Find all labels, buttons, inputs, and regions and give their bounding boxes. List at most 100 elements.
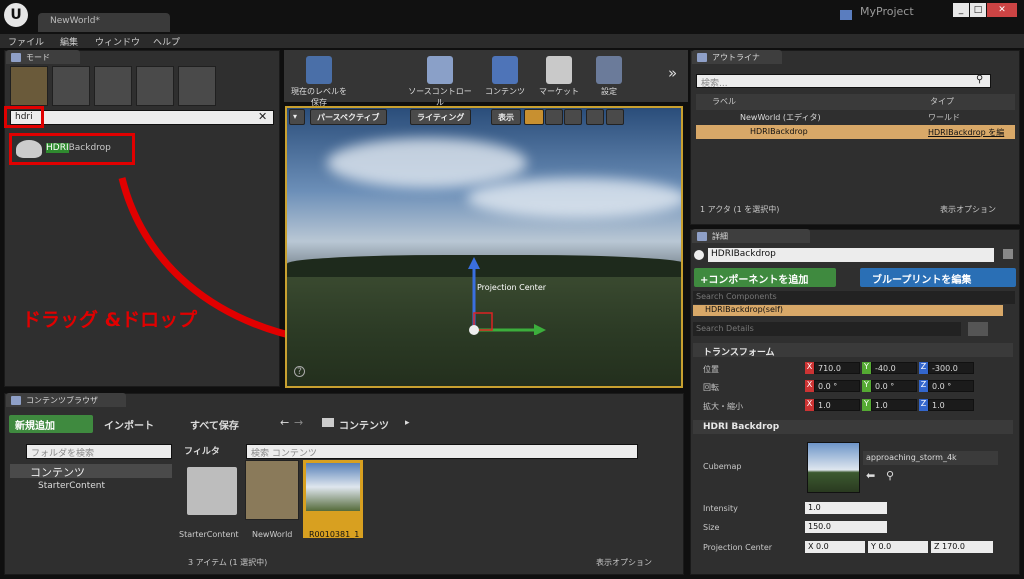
level-tab[interactable]: NewWorld* — [38, 13, 170, 32]
scale-icon[interactable] — [564, 109, 582, 125]
folder-search-input[interactable]: フォルダを検索 — [26, 444, 172, 459]
scale-z[interactable]: 1.0 — [928, 399, 974, 411]
show-button[interactable]: 表示 — [491, 109, 521, 125]
cubemap-thumbnail[interactable] — [807, 442, 860, 493]
paint-mode-icon[interactable] — [52, 66, 90, 106]
details-icon — [697, 232, 707, 241]
menu-file[interactable]: ファイル — [8, 35, 44, 48]
place-mode-icon[interactable] — [10, 66, 48, 106]
source-control-icon — [840, 10, 852, 20]
settings-icon — [596, 56, 622, 84]
tree-item-content[interactable]: コンテンツ — [10, 464, 172, 479]
projection-center-prop-label: Projection Center — [703, 543, 773, 552]
projection-y[interactable]: Y 0.0 — [868, 541, 928, 553]
intensity-field[interactable]: 1.0 — [805, 502, 887, 514]
projection-x[interactable]: X 0.0 — [805, 541, 865, 553]
content-browser-tab[interactable]: コンテンツブラウザ — [6, 393, 126, 407]
scale-x[interactable]: 1.0 — [814, 399, 860, 411]
filter-button[interactable]: フィルタ — [184, 444, 220, 457]
tree-item-startercontent[interactable]: StarterContent — [38, 481, 105, 491]
content-view-options[interactable]: 表示オプション — [596, 557, 652, 568]
content-search-input[interactable]: 検索 コンテンツ — [246, 444, 638, 459]
path-content[interactable]: コンテンツ — [339, 417, 389, 432]
search-components-input[interactable]: Search Components — [693, 291, 1015, 304]
scale-y[interactable]: 1.0 — [871, 399, 917, 411]
content-button[interactable]: コンテンツ — [480, 52, 530, 100]
close-button[interactable]: ✕ — [987, 3, 1017, 17]
minimize-button[interactable]: _ — [953, 3, 969, 17]
toolbar-more-button[interactable]: » — [668, 64, 677, 82]
marketplace-button[interactable]: マーケット — [534, 52, 584, 100]
browse-icon[interactable]: ⚲ — [886, 469, 894, 482]
save-level-button[interactable]: 現在のレベルを保存 — [288, 52, 350, 107]
viewport[interactable] — [285, 106, 683, 388]
menu-window[interactable]: ウィンドウ — [95, 35, 140, 48]
size-field[interactable]: 150.0 — [805, 521, 887, 533]
forward-arrow-icon[interactable]: → — [294, 416, 303, 429]
x-axis-label: X — [805, 380, 814, 392]
settings-button[interactable]: 設定 — [584, 52, 634, 100]
grid-view-icon[interactable] — [968, 322, 988, 336]
foliage-mode-icon[interactable] — [136, 66, 174, 106]
project-name: MyProject — [860, 5, 914, 18]
landscape-mode-icon[interactable] — [94, 66, 132, 106]
component-self-row[interactable]: HDRIBackdrop(self) — [693, 305, 1003, 316]
help-icon[interactable]: ? — [294, 366, 305, 377]
location-z[interactable]: -300.0 — [928, 362, 974, 374]
world-icon[interactable] — [586, 109, 604, 125]
x-axis-label: X — [805, 362, 814, 374]
outliner-row-selected[interactable]: HDRIBackdrop HDRIBackdrop を編 — [696, 125, 1015, 139]
projection-z[interactable]: Z 170.0 — [931, 541, 993, 553]
source-control-button[interactable]: ソースコントロール — [405, 52, 475, 107]
actor-name-field[interactable]: HDRIBackdrop — [708, 248, 994, 262]
rotate-icon[interactable] — [545, 109, 563, 125]
outliner-col-type[interactable]: タイプ — [930, 96, 954, 107]
save-all-button[interactable]: すべて保存 — [190, 417, 239, 432]
asset-label-startercontent: StarterContent — [179, 530, 239, 539]
snap-icon[interactable] — [606, 109, 624, 125]
rotation-x[interactable]: 0.0 ° — [814, 380, 860, 392]
path-chevron-icon[interactable]: ▸ — [405, 418, 410, 428]
use-selected-icon[interactable]: ⬅ — [866, 469, 875, 482]
content-browser-icon — [11, 396, 21, 405]
transform-section[interactable]: トランスフォーム — [693, 343, 1013, 358]
cloud — [327, 138, 527, 188]
lock-icon[interactable] — [1003, 249, 1013, 259]
hdri-section[interactable]: HDRI Backdrop — [693, 420, 1013, 434]
startercontent-folder[interactable] — [187, 467, 237, 515]
menu-help[interactable]: ヘルプ — [153, 35, 180, 48]
perspective-button[interactable]: パースペクティブ — [310, 109, 387, 125]
modes-search-input[interactable]: hdri — [10, 110, 274, 125]
outliner-col-label[interactable]: ラベル — [712, 96, 736, 107]
outliner-row[interactable]: NewWorld (エディタ) ワールド — [696, 111, 1015, 124]
outliner-search-input[interactable]: 検索... — [696, 74, 991, 89]
rotation-z[interactable]: 0.0 ° — [928, 380, 974, 392]
cubemap-dropdown[interactable]: approaching_storm_4k — [863, 451, 998, 465]
outliner-footer: 1 アクタ (1 を選択中) — [700, 205, 780, 214]
search-details-input[interactable]: Search Details — [693, 322, 961, 336]
import-button[interactable]: インポート — [104, 417, 154, 432]
clear-search-icon[interactable]: ✕ — [258, 110, 267, 123]
translate-icon[interactable] — [524, 109, 544, 125]
edit-blueprint-button[interactable]: ブループリントを編集 — [860, 268, 1016, 287]
outliner-tab[interactable]: アウトライナ — [692, 50, 782, 64]
rotation-y[interactable]: 0.0 ° — [871, 380, 917, 392]
newworld-thumbnail[interactable] — [245, 460, 299, 520]
r0010381-asset[interactable] — [303, 460, 363, 538]
outliner-view-options[interactable]: 表示オプション — [940, 204, 996, 215]
scale-label: 拡大・縮小 — [703, 402, 743, 411]
details-tab[interactable]: 詳細 — [692, 229, 810, 243]
geometry-mode-icon[interactable] — [178, 66, 216, 106]
add-new-button[interactable]: 新規追加 — [9, 415, 93, 433]
menu-edit[interactable]: 編集 — [60, 35, 78, 48]
intensity-label: Intensity — [703, 504, 738, 513]
lighting-button[interactable]: ライティング — [410, 109, 472, 125]
back-arrow-icon[interactable]: ← — [280, 416, 289, 429]
location-y[interactable]: -40.0 — [871, 362, 917, 374]
maximize-button[interactable]: □ — [970, 3, 986, 17]
modes-tab[interactable]: モード — [6, 50, 80, 64]
x-axis-label: X — [805, 399, 814, 411]
location-x[interactable]: 710.0 — [814, 362, 860, 374]
add-component-button[interactable]: +コンポーネントを追加 — [694, 268, 836, 287]
viewport-options-button[interactable]: ▾ — [289, 109, 305, 125]
